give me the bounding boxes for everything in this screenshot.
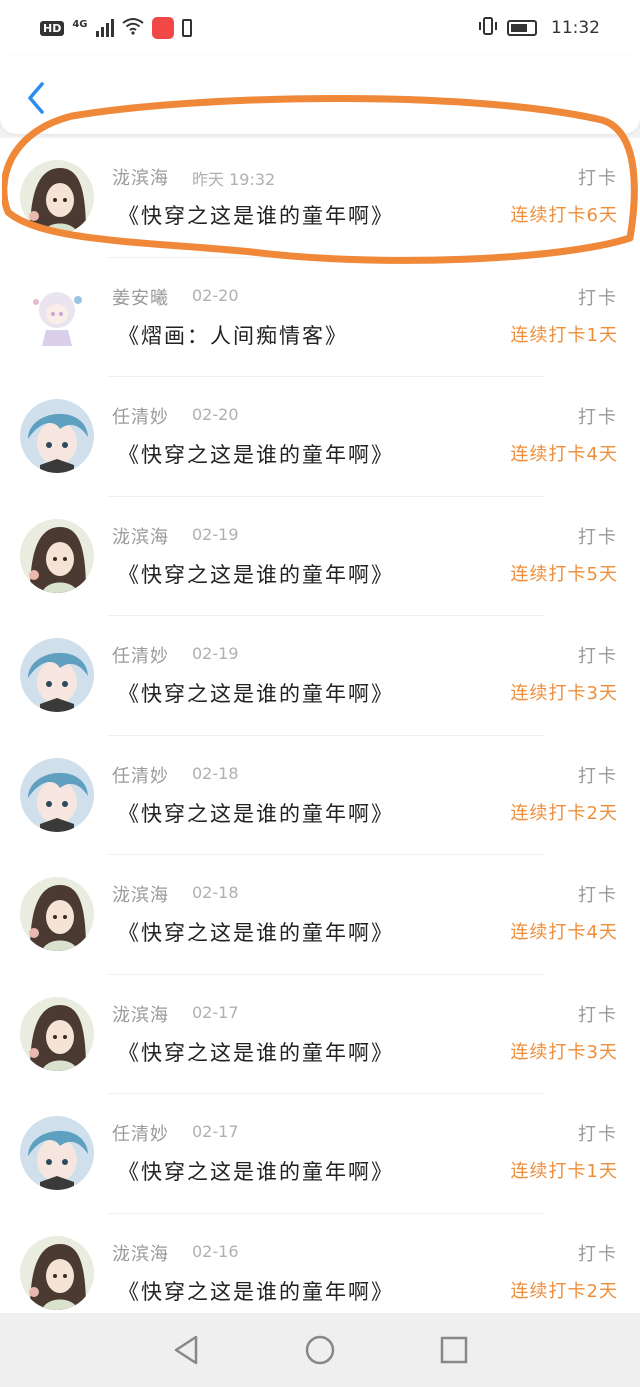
header xyxy=(0,56,640,134)
checkin-type: 打卡 xyxy=(578,526,618,548)
wifi-icon xyxy=(121,17,144,40)
checkin-item[interactable]: 泷滨海 02-16 《快穿之这是谁的童年啊》 打卡连续打卡2天 xyxy=(0,1214,640,1314)
vibrate-icon xyxy=(477,16,499,40)
nav-recents-button[interactable] xyxy=(438,1334,470,1366)
user-name: 泷滨海 xyxy=(112,1004,169,1026)
checkin-type: 打卡 xyxy=(578,168,618,189)
book-title[interactable]: 《熠画：人间痴情客》 xyxy=(118,320,348,350)
checkin-item[interactable]: 任清妙 02-19 《快穿之这是谁的童年啊》 打卡连续打卡3天 xyxy=(0,616,640,736)
streak-label: 连续打卡1天 xyxy=(510,324,618,346)
avatar[interactable] xyxy=(20,160,94,234)
streak-label: 连续打卡2天 xyxy=(510,1280,618,1302)
book-title[interactable]: 《快穿之这是谁的童年啊》 xyxy=(118,559,394,589)
checkin-item[interactable]: 泷滨海 02-17 《快穿之这是谁的童年啊》 打卡连续打卡3天 xyxy=(0,975,640,1095)
signal-icon xyxy=(95,19,114,37)
streak-label: 连续打卡1天 xyxy=(510,1161,618,1182)
nav-home-button[interactable] xyxy=(304,1334,336,1366)
checkin-date: 02-19 xyxy=(192,644,239,663)
book-title[interactable]: 《快穿之这是谁的童年啊》 xyxy=(118,200,394,230)
battery-icon xyxy=(507,20,537,36)
checkin-type: 打卡 xyxy=(578,407,618,428)
system-nav-bar xyxy=(0,1313,640,1387)
book-title[interactable]: 《快穿之这是谁的童年啊》 xyxy=(118,798,394,828)
streak-label: 连续打卡5天 xyxy=(510,563,618,585)
chevron-left-icon xyxy=(28,82,44,114)
checkin-type: 打卡 xyxy=(578,287,618,309)
checkin-type: 打卡 xyxy=(578,646,618,667)
book-title[interactable]: 《快穿之这是谁的童年啊》 xyxy=(118,1156,394,1186)
avatar[interactable] xyxy=(20,518,94,593)
checkin-item[interactable]: 任清妙 02-17 《快穿之这是谁的童年啊》 打卡连续打卡1天 xyxy=(0,1094,640,1214)
avatar[interactable] xyxy=(20,638,94,712)
checkin-type: 打卡 xyxy=(578,765,618,787)
storage-icon xyxy=(181,19,192,37)
avatar[interactable] xyxy=(20,877,94,951)
circle-home-icon xyxy=(305,1335,335,1365)
user-name: 泷滨海 xyxy=(112,1243,169,1265)
user-name: 泷滨海 xyxy=(112,526,169,548)
book-title[interactable]: 《快穿之这是谁的童年啊》 xyxy=(118,678,394,708)
status-bar: HD 4G 11:32 xyxy=(0,0,640,56)
checkin-date: 02-19 xyxy=(192,524,239,544)
checkin-type: 打卡 xyxy=(578,1124,618,1145)
streak-label: 连续打卡2天 xyxy=(510,802,618,824)
checkin-date: 02-18 xyxy=(192,883,239,902)
streak-label: 连续打卡3天 xyxy=(510,1041,618,1063)
avatar[interactable] xyxy=(20,1235,94,1310)
book-title[interactable]: 《快穿之这是谁的童年啊》 xyxy=(118,1037,394,1067)
status-time: 11:32 xyxy=(551,18,600,38)
checkin-date: 02-17 xyxy=(192,1002,239,1022)
streak-label: 连续打卡3天 xyxy=(510,683,618,704)
user-name: 姜安曦 xyxy=(112,287,169,309)
book-title[interactable]: 《快穿之这是谁的童年啊》 xyxy=(118,1276,394,1306)
checkin-item[interactable]: 泷滨海 02-19 《快穿之这是谁的童年啊》 打卡连续打卡5天 xyxy=(0,497,640,617)
checkin-list: 泷滨海 昨天 19:32 《快穿之这是谁的童年啊》 打卡 连续打卡6天 姜安曦 02-20 《… xyxy=(0,138,640,1313)
avatar[interactable] xyxy=(20,757,94,832)
checkin-type: 打卡 xyxy=(578,1004,618,1026)
checkin-date: 02-20 xyxy=(192,285,239,305)
checkin-date: 02-20 xyxy=(192,405,239,424)
checkin-type: 打卡 xyxy=(578,1243,618,1265)
book-title[interactable]: 《快穿之这是谁的童年啊》 xyxy=(118,917,394,947)
user-name: 泷滨海 xyxy=(112,885,169,906)
user-name: 任清妙 xyxy=(112,646,169,667)
streak-label: 连续打卡4天 xyxy=(510,444,618,465)
avatar[interactable] xyxy=(20,279,94,354)
checkin-item[interactable]: 泷滨海 02-18 《快穿之这是谁的童年啊》 打卡连续打卡4天 xyxy=(0,855,640,975)
nav-back-button[interactable] xyxy=(170,1334,202,1366)
book-title[interactable]: 《快穿之这是谁的童年啊》 xyxy=(118,439,394,469)
checkin-date: 02-17 xyxy=(192,1122,239,1141)
checkin-date: 昨天 19:32 xyxy=(192,170,276,189)
back-button[interactable] xyxy=(18,78,54,118)
checkin-type: 打卡 xyxy=(578,885,618,906)
hd-badge: HD xyxy=(40,20,65,36)
user-name: 泷滨海 xyxy=(112,168,169,189)
status-right: 11:32 xyxy=(477,16,600,40)
streak-label: 连续打卡6天 xyxy=(510,205,618,226)
avatar[interactable] xyxy=(20,1116,94,1190)
avatar[interactable] xyxy=(20,399,94,473)
avatar[interactable] xyxy=(20,996,94,1071)
user-name: 任清妙 xyxy=(112,765,169,787)
streak-label: 连续打卡4天 xyxy=(510,922,618,943)
checkin-date: 02-18 xyxy=(192,763,239,783)
user-name: 任清妙 xyxy=(112,1124,169,1145)
square-recents-icon xyxy=(440,1336,468,1364)
network-label: 4G xyxy=(72,18,88,30)
checkin-item[interactable]: 任清妙 02-20 《快穿之这是谁的童年啊》 打卡连续打卡4天 xyxy=(0,377,640,497)
user-name: 任清妙 xyxy=(112,407,169,428)
triangle-back-icon xyxy=(174,1335,198,1365)
app-notification-icon xyxy=(151,17,174,39)
checkin-item[interactable]: 泷滨海 昨天 19:32 《快穿之这是谁的童年啊》 打卡连续打卡6天 xyxy=(0,138,640,258)
checkin-item[interactable]: 姜安曦 02-20 《熠画：人间痴情客》 打卡连续打卡1天 xyxy=(0,258,640,378)
status-left: HD 4G xyxy=(40,17,192,40)
checkin-date: 02-16 xyxy=(192,1241,239,1261)
checkin-item[interactable]: 任清妙 02-18 《快穿之这是谁的童年啊》 打卡连续打卡2天 xyxy=(0,736,640,856)
